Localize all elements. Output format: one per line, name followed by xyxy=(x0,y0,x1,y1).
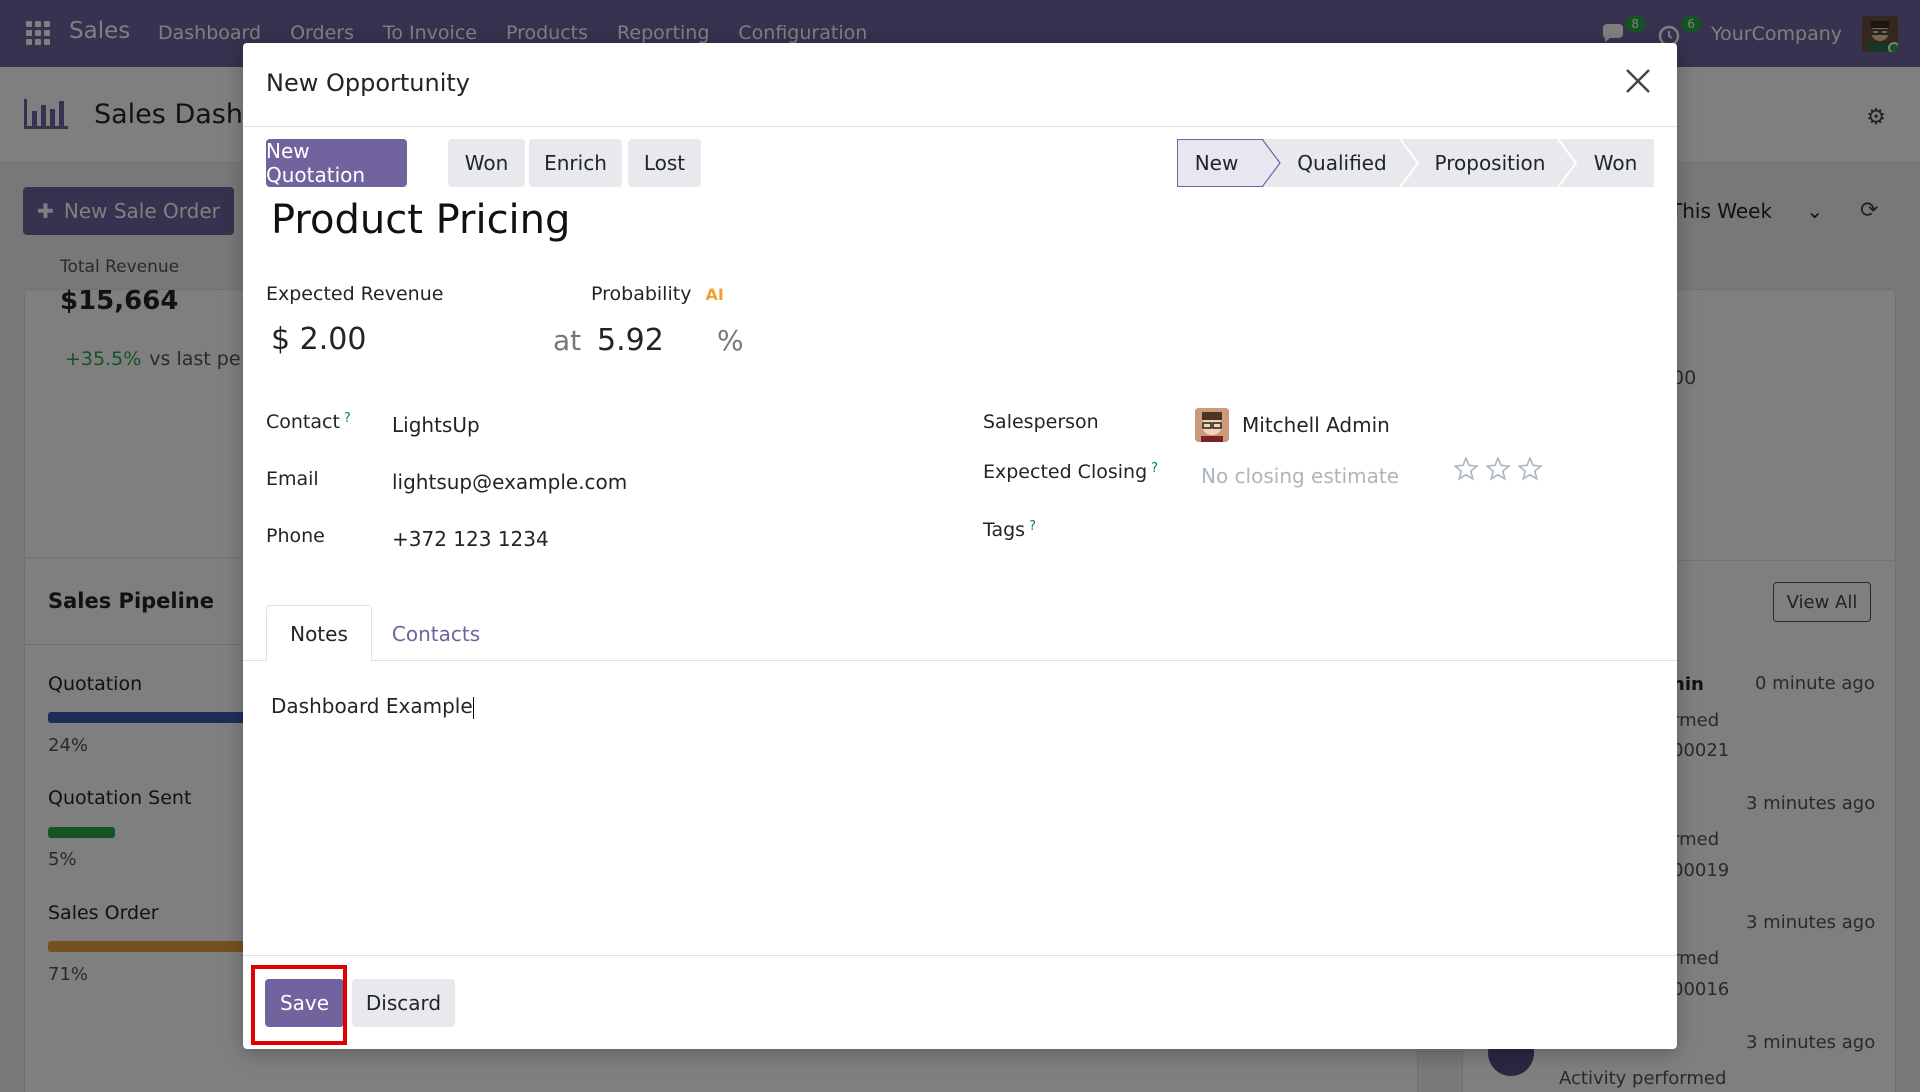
stage-label: Won xyxy=(1593,151,1638,175)
star-icon[interactable] xyxy=(1453,456,1479,482)
close-icon[interactable] xyxy=(1624,67,1652,95)
salesperson-field[interactable]: Mitchell Admin xyxy=(1242,413,1390,437)
opportunity-name-field[interactable]: Product Pricing xyxy=(271,197,570,243)
tags-label-text: Tags xyxy=(983,519,1026,541)
new-quotation-button[interactable]: New Quotation xyxy=(266,139,407,187)
probability-field[interactable]: 5.92 xyxy=(597,323,664,358)
email-field[interactable]: lightsup@example.com xyxy=(392,470,627,494)
enrich-button[interactable]: Enrich xyxy=(529,139,622,187)
stage-label: Qualified xyxy=(1297,151,1387,175)
expected-closing-field[interactable]: No closing estimate xyxy=(1201,464,1399,488)
expected-revenue-label: Expected Revenue xyxy=(266,283,444,305)
probability-label: Probability AI xyxy=(591,283,724,305)
help-tooltip-icon[interactable]: ? xyxy=(1029,519,1036,534)
expected-revenue-field[interactable]: $ 2.00 xyxy=(271,322,366,357)
phone-field[interactable]: +372 123 1234 xyxy=(392,527,549,551)
percent-sign: % xyxy=(717,324,744,357)
text-cursor xyxy=(472,696,474,719)
help-tooltip-icon[interactable]: ? xyxy=(1151,461,1158,476)
tab-notes[interactable]: Notes xyxy=(266,605,372,662)
notes-text: Dashboard Example xyxy=(271,694,473,718)
email-label: Email xyxy=(266,468,319,490)
star-icon[interactable] xyxy=(1485,456,1511,482)
expected-closing-label: Expected Closing? xyxy=(983,461,1158,483)
dialog-footer xyxy=(243,955,1677,1049)
discard-button[interactable]: Discard xyxy=(352,979,455,1027)
dialog-title: New Opportunity xyxy=(266,69,470,97)
star-icon[interactable] xyxy=(1517,456,1543,482)
save-button-highlight xyxy=(251,965,347,1045)
salesperson-label: Salesperson xyxy=(983,411,1099,433)
tab-contacts[interactable]: Contacts xyxy=(381,605,491,662)
phone-label: Phone xyxy=(266,525,325,547)
ai-icon[interactable]: AI xyxy=(705,285,723,304)
salesperson-avatar xyxy=(1195,408,1229,442)
new-opportunity-dialog: New Opportunity New Quotation Won Enrich… xyxy=(243,43,1677,1049)
expected-closing-label-text: Expected Closing xyxy=(983,461,1148,483)
priority-stars xyxy=(1453,456,1543,482)
stage-statusbar: New Qualified Proposition Won xyxy=(1177,139,1654,187)
won-button[interactable]: Won xyxy=(448,139,525,187)
probability-label-text: Probability xyxy=(591,283,692,305)
stage-proposition[interactable]: Proposition xyxy=(1401,139,1577,187)
stage-new[interactable]: New xyxy=(1177,139,1281,187)
tags-label: Tags? xyxy=(983,519,1036,541)
stage-label: New xyxy=(1194,151,1239,175)
notes-editor[interactable]: Dashboard Example xyxy=(271,694,474,719)
stage-qualified[interactable]: Qualified xyxy=(1263,139,1419,187)
notebook-tabs: Notes Contacts xyxy=(243,605,1677,662)
at-label: at xyxy=(553,324,582,357)
stage-label: Proposition xyxy=(1434,151,1546,175)
help-tooltip-icon[interactable]: ? xyxy=(344,411,351,426)
dialog-header: New Opportunity xyxy=(243,43,1677,127)
lost-button[interactable]: Lost xyxy=(628,139,701,187)
contact-label-text: Contact xyxy=(266,411,340,433)
contact-label: Contact? xyxy=(266,411,351,433)
contact-field[interactable]: LightsUp xyxy=(392,413,480,437)
